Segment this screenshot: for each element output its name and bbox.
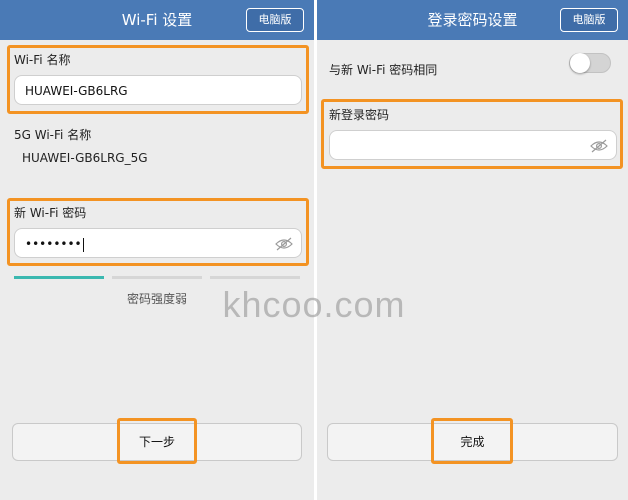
next-step-button[interactable]: 下一步	[12, 423, 302, 461]
wifi-name-label: Wi-Fi 名称	[14, 53, 71, 67]
new-wifi-password-input[interactable]: ••••••••	[14, 228, 302, 258]
wifi-name-input[interactable]: HUAWEI-GB6LRG	[14, 75, 302, 105]
login-password-header: 登录密码设置 电脑版	[317, 0, 628, 40]
eye-hidden-icon[interactable]	[590, 139, 608, 153]
new-login-password-input[interactable]	[329, 130, 617, 160]
wifi-settings-screen: Wi-Fi 设置 电脑版 Wi-Fi 名称 HUAWEI-GB6LRG 5G W…	[0, 0, 314, 500]
next-step-label: 下一步	[138, 435, 175, 449]
new-wifi-password-value: ••••••••	[25, 237, 82, 251]
login-password-screen: 登录密码设置 电脑版 与新 Wi-Fi 密码相同 新登录密码 完成	[317, 0, 628, 500]
same-as-wifi-toggle[interactable]	[569, 53, 611, 73]
new-login-password-label: 新登录密码	[329, 108, 390, 122]
password-strength-segment-2	[112, 276, 202, 279]
toggle-knob	[570, 53, 590, 73]
wifi-5g-name-value: HUAWEI-GB6LRG_5G	[22, 151, 148, 165]
wifi-name-value: HUAWEI-GB6LRG	[25, 84, 128, 98]
wifi-settings-header: Wi-Fi 设置 电脑版	[0, 0, 314, 40]
password-strength-segment-1	[14, 276, 104, 279]
new-wifi-password-label: 新 Wi-Fi 密码	[14, 206, 87, 220]
same-as-wifi-label: 与新 Wi-Fi 密码相同	[329, 63, 438, 77]
pc-mode-button[interactable]: 电脑版	[560, 8, 618, 32]
password-strength-segment-3	[210, 276, 300, 279]
wifi-5g-name-label: 5G Wi-Fi 名称	[14, 128, 92, 142]
done-label: 完成	[460, 435, 485, 449]
pc-mode-button[interactable]: 电脑版	[246, 8, 304, 32]
done-button[interactable]: 完成	[327, 423, 618, 461]
text-cursor	[82, 237, 84, 252]
watermark-text: khcoo.com	[222, 284, 406, 325]
eye-hidden-icon[interactable]	[275, 237, 293, 251]
